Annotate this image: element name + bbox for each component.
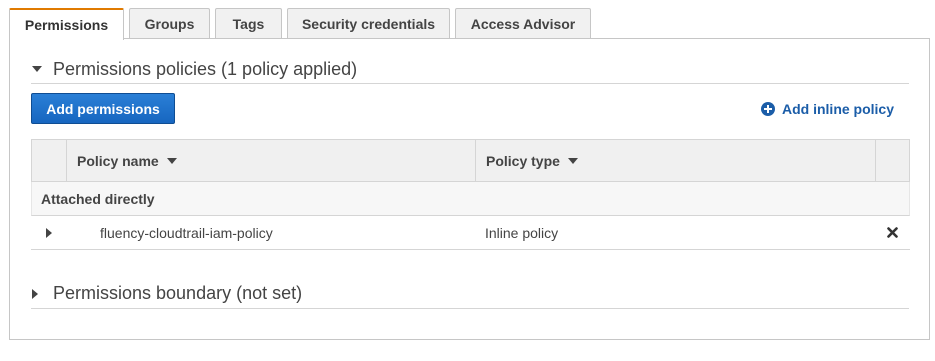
caret-right-icon <box>31 288 53 300</box>
tab-permissions[interactable]: Permissions <box>9 8 124 40</box>
caret-right-icon <box>45 225 52 241</box>
group-row-attached-directly: Attached directly <box>31 182 910 216</box>
tab-permissions-label: Permissions <box>24 17 109 33</box>
tab-bar: Permissions Groups Tags Security credent… <box>9 8 596 40</box>
policy-name: fluency-cloudtrail-iam-policy <box>100 224 273 241</box>
row-expand-toggle[interactable] <box>31 216 66 249</box>
sort-down-icon[interactable] <box>567 157 578 164</box>
actions-column-header <box>876 140 909 181</box>
permissions-boundary-header[interactable]: Permissions boundary (not set) <box>31 279 909 309</box>
expand-column-header <box>32 140 67 181</box>
column-header-policy-type[interactable]: Policy type <box>476 140 876 181</box>
remove-icon <box>887 225 898 241</box>
policy-type: Inline policy <box>485 224 559 241</box>
group-label: Attached directly <box>41 190 155 207</box>
add-permissions-button[interactable]: Add permissions <box>31 93 175 124</box>
permissions-panel: Permissions policies (1 policy applied) … <box>9 38 930 340</box>
column-header-policy-type-label: Policy type <box>486 152 560 169</box>
tab-security-credentials[interactable]: Security credentials <box>287 8 450 39</box>
tab-access-advisor[interactable]: Access Advisor <box>455 8 591 39</box>
remove-policy-button[interactable] <box>875 216 910 249</box>
policy-type-cell: Inline policy <box>475 216 875 249</box>
plus-circle-icon <box>761 102 775 116</box>
permissions-boundary-title: Permissions boundary (not set) <box>53 283 303 303</box>
table-row: fluency-cloudtrail-iam-policy Inline pol… <box>31 216 910 250</box>
caret-down-icon <box>31 65 53 73</box>
add-permissions-label: Add permissions <box>46 100 160 117</box>
add-inline-policy-label: Add inline policy <box>782 101 895 117</box>
column-header-policy-name-label: Policy name <box>77 152 159 169</box>
tab-groups-label: Groups <box>144 16 195 32</box>
tab-tags[interactable]: Tags <box>215 8 282 39</box>
sort-down-icon[interactable] <box>166 157 177 164</box>
column-header-policy-name[interactable]: Policy name <box>67 140 476 181</box>
policies-table: Policy name Policy type Attached directl… <box>31 139 910 250</box>
tab-tags-label: Tags <box>232 16 265 32</box>
permissions-policies-title: Permissions policies (1 policy applied) <box>53 58 358 79</box>
tab-groups[interactable]: Groups <box>129 8 210 39</box>
table-header: Policy name Policy type <box>31 139 910 182</box>
policy-name-cell[interactable]: fluency-cloudtrail-iam-policy <box>66 216 475 249</box>
permissions-policies-header[interactable]: Permissions policies (1 policy applied) <box>31 55 909 84</box>
tab-access-advisor-label: Access Advisor <box>470 16 576 32</box>
add-inline-policy-link[interactable]: Add inline policy <box>761 99 894 119</box>
tab-security-credentials-label: Security credentials <box>301 16 436 32</box>
